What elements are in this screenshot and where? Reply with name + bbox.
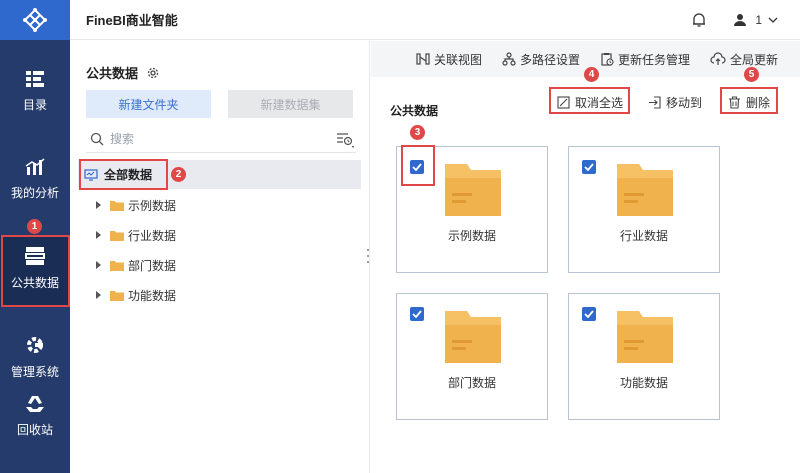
card-checkbox[interactable] (410, 307, 424, 321)
folder-card-department-data[interactable]: 部门数据 (396, 293, 548, 420)
expand-caret-icon[interactable] (96, 231, 101, 239)
folder-icon (445, 164, 501, 216)
update-task-button[interactable]: 更新任务管理 (600, 51, 690, 68)
nav-label: 管理系统 (10, 365, 59, 379)
folder-icon (617, 164, 673, 216)
tree-item-department-data[interactable]: 部门数据 (96, 255, 176, 275)
card-checkbox[interactable] (582, 160, 596, 174)
tree-item-label: 部门数据 (128, 258, 177, 273)
search-input[interactable] (110, 131, 310, 146)
user-name[interactable]: 1 (755, 13, 762, 27)
relation-view-icon (416, 53, 430, 65)
global-update-button[interactable]: 全局更新 (710, 51, 778, 68)
card-name: 功能数据 (619, 376, 668, 390)
tree-item-label: 示例数据 (128, 198, 177, 213)
folder-icon (445, 311, 501, 363)
nav-item-catalog[interactable]: 目录 (0, 70, 70, 120)
move-to-icon (649, 96, 661, 109)
analysis-icon (25, 158, 45, 175)
recycle-bin-icon (26, 396, 44, 412)
nav-label: 目录 (22, 98, 47, 112)
user-avatar-icon[interactable] (733, 13, 747, 27)
new-folder-button[interactable]: 新建文件夹 (86, 90, 211, 118)
highlight-box-public-data (1, 235, 70, 307)
check-icon (584, 310, 594, 318)
toolbar-label: 更新任务管理 (617, 52, 690, 67)
gear-icon[interactable] (146, 66, 160, 80)
folder-icon (110, 230, 124, 241)
step-badge: 4 (584, 67, 599, 82)
folder-icon (110, 260, 124, 271)
nav-label: 回收站 (16, 423, 53, 437)
top-right-controls: 1 (691, 0, 778, 40)
tree-item-function-data[interactable]: 功能数据 (96, 285, 176, 305)
nav-item-recycle-bin[interactable]: 回收站 (0, 395, 70, 441)
tree-item-label: 行业数据 (128, 228, 177, 243)
folder-card-industry-data[interactable]: 行业数据 (568, 146, 720, 273)
card-name: 行业数据 (619, 229, 668, 243)
tree-item-label: 功能数据 (128, 288, 177, 303)
top-bar: FineBI商业智能 1 (70, 0, 800, 40)
step-badge: 3 (410, 125, 425, 140)
folder-icon (617, 311, 673, 363)
task-clipboard-icon (601, 53, 614, 66)
folder-card-function-data[interactable]: 功能数据 (568, 293, 720, 420)
catalog-icon (26, 71, 44, 87)
multi-path-icon (502, 52, 516, 66)
search-icon (90, 132, 104, 145)
nav-item-management[interactable]: 管理系统 (0, 335, 70, 381)
panel-title-text: 公共数据 (86, 66, 139, 81)
highlight-box-delete (720, 87, 778, 114)
bell-icon[interactable] (691, 12, 707, 28)
management-icon (27, 337, 43, 353)
multi-path-button[interactable]: 多路径设置 (502, 51, 580, 68)
catalog-panel: 公共数据 新建文件夹 新建数据集 全部数据 示例数据 (70, 41, 370, 473)
sort-time-icon[interactable] (336, 131, 356, 149)
step-badge: 1 (27, 219, 42, 234)
expand-caret-icon[interactable] (96, 291, 101, 299)
check-icon (412, 310, 422, 318)
search-box (86, 125, 356, 153)
chevron-down-icon[interactable] (768, 16, 778, 24)
action-label: 移动到 (666, 96, 703, 110)
folder-icon (110, 290, 124, 301)
logo[interactable] (0, 0, 70, 40)
finebi-logo-icon (23, 8, 47, 32)
highlight-box-all-data (79, 159, 168, 190)
panel-title: 公共数据 (86, 63, 160, 82)
step-badge: 2 (171, 167, 186, 182)
toolbar-label: 多路径设置 (519, 52, 580, 67)
card-name: 示例数据 (447, 229, 496, 243)
section-title: 公共数据 (390, 104, 439, 118)
step-badge: 5 (744, 67, 759, 82)
toolbar-label: 关联视图 (433, 52, 482, 67)
new-dataset-button[interactable]: 新建数据集 (228, 90, 353, 118)
cloud-update-icon (710, 52, 726, 65)
expand-caret-icon[interactable] (96, 201, 101, 209)
app-title: FineBI商业智能 (86, 13, 178, 28)
relation-view-button[interactable]: 关联视图 (416, 51, 482, 68)
nav-item-my-analysis[interactable]: 我的分析 (0, 158, 70, 208)
highlight-box-deselect-all (549, 87, 630, 114)
highlight-box-checkbox (401, 145, 435, 186)
tree-item-industry-data[interactable]: 行业数据 (96, 225, 176, 245)
tree-item-example-data[interactable]: 示例数据 (96, 195, 176, 215)
check-icon (584, 163, 594, 171)
card-checkbox[interactable] (582, 307, 596, 321)
card-name: 部门数据 (447, 376, 496, 390)
nav-label: 我的分析 (10, 186, 59, 200)
move-to-button[interactable]: 移动到 (648, 94, 702, 111)
folder-icon (110, 200, 124, 211)
expand-caret-icon[interactable] (96, 261, 101, 269)
toolbar-label: 全局更新 (729, 52, 778, 67)
